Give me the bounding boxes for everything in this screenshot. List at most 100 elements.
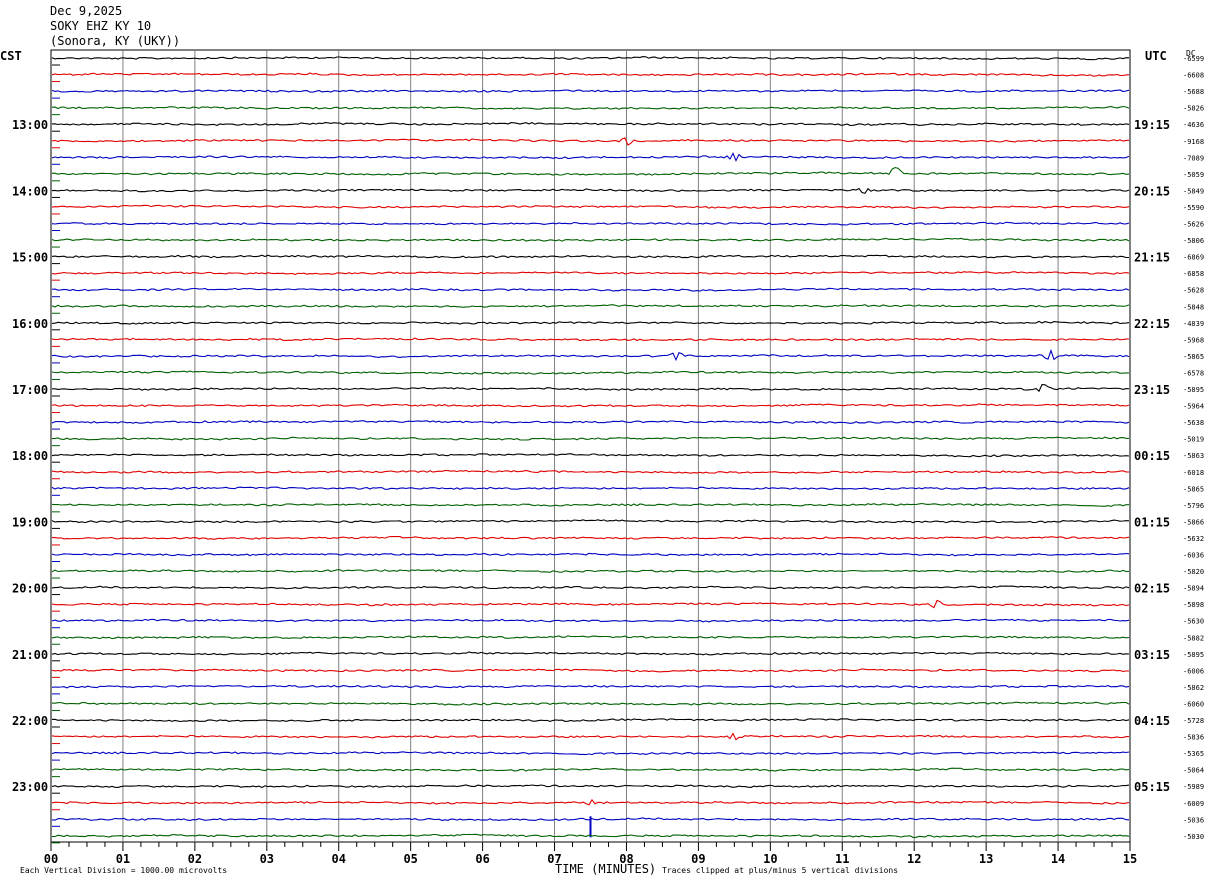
dc-offset-label: -5849 [1183, 187, 1204, 195]
x-tick-label: 06 [475, 852, 489, 866]
dc-offset-label: -6858 [1183, 270, 1204, 278]
dc-offset-label: -5895 [1183, 651, 1204, 659]
dc-offset-label: -5968 [1183, 336, 1204, 344]
dc-offset-label: -6599 [1183, 55, 1204, 63]
trace-line [51, 121, 1130, 126]
helicorder-chart: -6599 -6608 -5688 -5826 -4636 -9168 -7089 -5059… [12, 49, 1204, 866]
dc-offset-label: -5895 [1183, 386, 1204, 394]
trace-line [51, 453, 1130, 458]
trace-line [51, 237, 1130, 242]
dc-offset-label: -5964 [1183, 403, 1204, 411]
trace-line [51, 684, 1130, 689]
dc-offset-label: -5989 [1183, 783, 1204, 791]
right-hour-label: 04:15 [1134, 714, 1170, 728]
left-hour-label: 15:00 [12, 251, 48, 265]
dc-offset-label: -5866 [1183, 518, 1204, 526]
dc-offset-label: -6036 [1183, 552, 1204, 560]
trace-line [51, 271, 1130, 276]
trace-line [51, 668, 1129, 673]
x-tick-label: 15 [1123, 852, 1137, 866]
dc-offset-label: -7089 [1183, 154, 1204, 162]
trace-line [51, 152, 1130, 162]
x-tick-label: 05 [403, 852, 417, 866]
trace-line [51, 599, 1130, 609]
trace-line [51, 403, 1130, 408]
trace-line [51, 784, 1130, 789]
right-hour-label: 03:15 [1134, 648, 1170, 662]
left-hour-label: 18:00 [12, 449, 48, 463]
trace-line [51, 304, 1130, 308]
right-hour-label: 05:15 [1134, 780, 1170, 794]
dc-offset-label: -5630 [1183, 618, 1204, 626]
x-tick-label: 11 [835, 852, 849, 866]
trace-line [51, 436, 1130, 441]
dc-offset-label: -5626 [1183, 221, 1204, 229]
right-hour-label: 02:15 [1134, 582, 1170, 596]
trace-line [51, 751, 1130, 756]
trace-line [51, 732, 1130, 741]
dc-offset-label: -5590 [1183, 204, 1204, 212]
trace-line [51, 56, 1130, 61]
left-hour-label: 16:00 [12, 317, 48, 331]
trace-line [51, 469, 1130, 474]
left-hour-label: 19:00 [12, 515, 48, 529]
dc-offset-label: -6578 [1183, 369, 1204, 377]
x-tick-label: 10 [763, 852, 777, 866]
trace-line [51, 320, 1130, 325]
x-tick-label: 03 [260, 852, 274, 866]
dc-offset-label: -5898 [1183, 601, 1204, 609]
dc-offset-label: -5064 [1183, 767, 1204, 775]
trace-line [51, 337, 1130, 342]
dc-offset-label: -6009 [1183, 800, 1204, 808]
x-tick-label: 04 [332, 852, 346, 866]
left-hour-label: 22:00 [12, 714, 48, 728]
dc-offset-label: -5728 [1183, 717, 1204, 725]
left-hour-label: 20:00 [12, 582, 48, 596]
trace-line [51, 204, 1130, 209]
right-hour-label: 22:15 [1134, 317, 1170, 331]
dc-offset-label: -6018 [1183, 469, 1204, 477]
trace-line [51, 552, 1130, 557]
dc-offset-label: -5638 [1183, 419, 1204, 427]
trace-line [51, 651, 1130, 656]
trace-line [51, 167, 1130, 176]
trace-line [51, 486, 1130, 491]
trace-line [51, 370, 1130, 375]
trace-line [51, 105, 1130, 110]
dc-offset-label: -5365 [1183, 750, 1204, 758]
dc-offset-label: -5826 [1183, 105, 1204, 113]
scale-note: Each Vertical Division = 1000.00 microvo… [20, 866, 228, 875]
x-tick-label: 13 [979, 852, 993, 866]
dc-offset-label: -5820 [1183, 568, 1204, 576]
x-tick-label: 00 [44, 852, 58, 866]
dc-offset-label: -5036 [1183, 816, 1204, 824]
dc-offset-label: -5848 [1183, 303, 1204, 311]
trace-line [51, 89, 1130, 93]
dc-offset-label: -6608 [1183, 72, 1204, 80]
trace-line [51, 701, 1130, 706]
plot-frame [50, 49, 1131, 843]
trace-line [51, 502, 1129, 507]
right-hour-label: 01:15 [1134, 515, 1170, 529]
trace-line [51, 187, 1130, 194]
dc-offset-label: -5688 [1183, 88, 1204, 96]
dc-offset-label: -5862 [1183, 684, 1204, 692]
trace-line [51, 221, 1130, 226]
dc-offset-label: -6869 [1183, 254, 1204, 262]
dc-offset-label: -4839 [1183, 320, 1204, 328]
trace-line [52, 384, 1130, 393]
trace-line [51, 72, 1130, 77]
right-hour-label: 23:15 [1134, 383, 1170, 397]
trace-line [51, 254, 1129, 259]
trace-line [51, 535, 1130, 540]
right-hour-label: 21:15 [1134, 251, 1170, 265]
left-hour-label: 21:00 [12, 648, 48, 662]
trace-line [51, 519, 1130, 524]
trace-line [51, 585, 1130, 590]
dc-offset-label: -5865 [1183, 485, 1204, 493]
x-tick-label: 12 [907, 852, 921, 866]
trace-line [51, 420, 1130, 424]
trace-line [51, 798, 1130, 806]
trace-line [51, 767, 1130, 772]
left-hour-label: 23:00 [12, 780, 48, 794]
